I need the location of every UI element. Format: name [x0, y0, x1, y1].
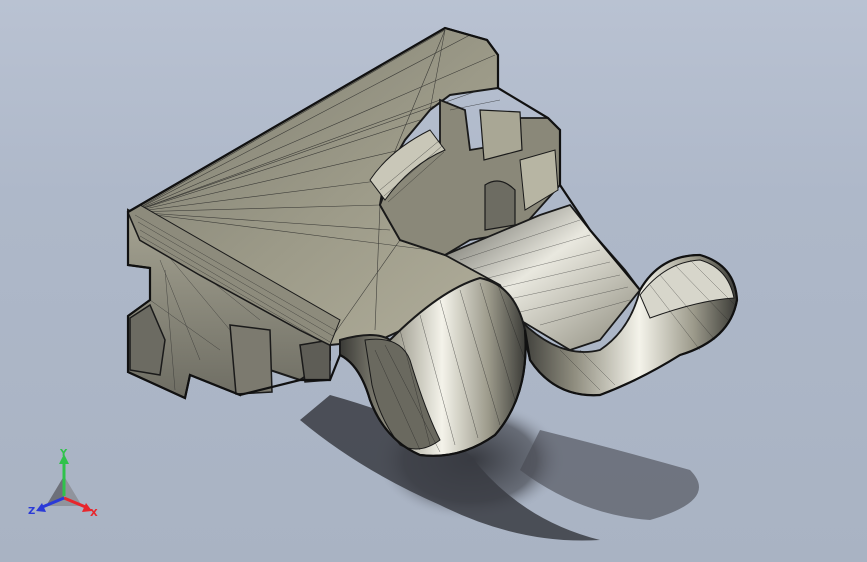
graphics-viewport[interactable]: Y X Z [0, 0, 867, 562]
x-axis-label: X [90, 508, 98, 519]
orientation-triad: Y X Z [26, 448, 102, 522]
z-axis-label: Z [28, 506, 35, 517]
y-axis-label: Y [59, 448, 68, 459]
model-view[interactable] [0, 0, 867, 562]
